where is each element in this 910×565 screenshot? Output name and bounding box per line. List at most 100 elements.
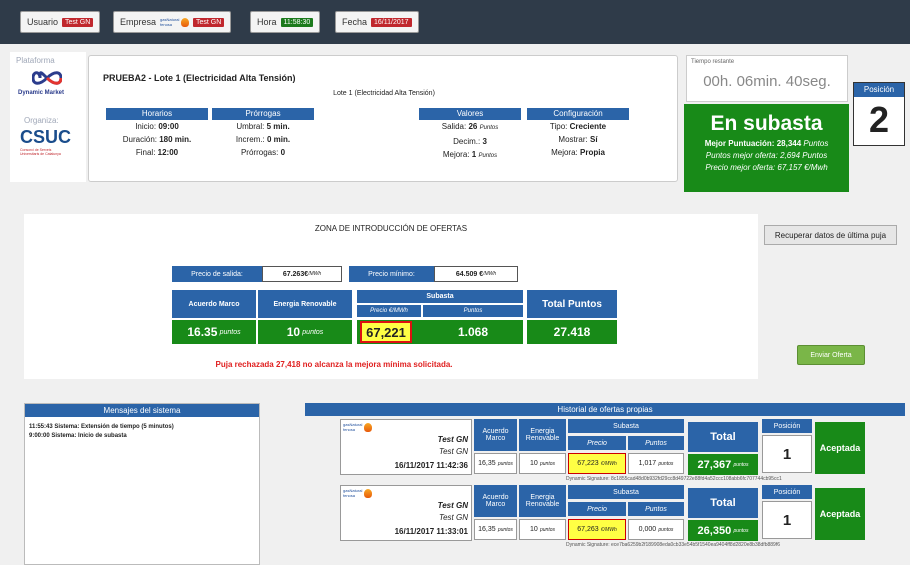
user-label: Usuario bbox=[27, 17, 59, 27]
increm-value: 0 min. bbox=[267, 135, 291, 144]
history-signature: Dynamic Signature: 8c1855cad48d0b932fd29… bbox=[566, 476, 782, 482]
company-value: Test GN bbox=[193, 17, 225, 27]
decim-value: 3 bbox=[482, 137, 487, 146]
valores-header: Valores bbox=[419, 108, 521, 120]
history-precio-header: Precio bbox=[568, 502, 626, 516]
mejora-unit: Puntos bbox=[478, 153, 498, 159]
history-precio-header: Precio bbox=[568, 436, 626, 450]
top-bar: Usuario Test GN Empresa gasNatural fenos… bbox=[0, 0, 910, 44]
history-posicion-value: 1 bbox=[762, 501, 812, 539]
error-message: Puja rechazada 27,418 no alcanza la mejo… bbox=[215, 360, 453, 369]
configuracion-header: Configuración bbox=[527, 108, 629, 120]
history-date: 16/11/2017 11:42:36 bbox=[394, 461, 468, 470]
system-messages-panel: Mensajes del sistema 11:55:43 Sistema: E… bbox=[24, 403, 260, 565]
status-title: En subasta bbox=[710, 112, 823, 135]
user-chip: Usuario Test GN bbox=[20, 11, 101, 33]
salida-label: Salida: bbox=[441, 122, 467, 131]
config-mejora-value: Propia bbox=[580, 148, 605, 157]
precio-minimo-label: Precio mínimo: bbox=[349, 266, 434, 282]
mejora-value: 1 bbox=[471, 150, 477, 159]
dynamic-market-logo-icon bbox=[32, 71, 62, 85]
time-value: 11:58:30 bbox=[280, 17, 314, 27]
organizer-sub: Consorci de Serveis Universitaris de Cat… bbox=[20, 148, 61, 156]
history-company: Test GN bbox=[437, 435, 468, 444]
message-item: 11:55:43 Sistema: Extensión de tiempo (5… bbox=[29, 424, 174, 430]
horarios-header: Horarios bbox=[106, 108, 208, 120]
history-total-value: 26,350 puntos bbox=[688, 520, 758, 541]
energia-value: 10 puntos bbox=[258, 320, 352, 344]
duracion-label: Duración: bbox=[122, 135, 157, 144]
horarios-column: Horarios Inicio: 09:00 Duración: 180 min… bbox=[106, 108, 208, 159]
auction-status-panel: En subasta Mejor Puntuación: 28,344 Punt… bbox=[684, 104, 849, 192]
auction-title: PRUEBA2 - Lote 1 (Electricidad Alta Tens… bbox=[103, 73, 296, 83]
final-label: Final: bbox=[135, 148, 156, 157]
history-energia-header: Energia Renovable bbox=[519, 485, 566, 517]
time-label: Hora bbox=[257, 17, 277, 27]
inicio-label: Inicio: bbox=[135, 122, 157, 131]
history-total-header: Total bbox=[688, 488, 758, 518]
total-value: 27.418 bbox=[527, 320, 617, 344]
history-posicion-value: 1 bbox=[762, 435, 812, 473]
user-value: Test GN bbox=[62, 17, 94, 27]
puntos-value: 1.068 bbox=[457, 325, 489, 339]
salida-unit: Puntos bbox=[479, 125, 499, 131]
history-energia-value: 10 puntos bbox=[519, 519, 566, 540]
history-energia-value: 10 puntos bbox=[519, 453, 566, 474]
acuerdo-header: Acuerdo Marco bbox=[172, 290, 256, 318]
decim-label: Decim.: bbox=[453, 137, 481, 146]
best-price-label: Precio mejor oferta: bbox=[705, 163, 776, 172]
timer-value: 00h. 06min. 40seg. bbox=[703, 73, 831, 90]
valores-column: Valores Salida: 26 Puntos Decim.: 3 Mejo… bbox=[419, 108, 521, 163]
history-total-value: 27,367 puntos bbox=[688, 454, 758, 475]
best-offer-points-label: Puntos mejor oferta: bbox=[705, 151, 778, 160]
mostrar-label: Mostrar: bbox=[558, 135, 588, 144]
inicio-value: 09:00 bbox=[158, 122, 179, 131]
gas-natural-logo: gasNatural fenosa bbox=[343, 422, 372, 432]
subasta-header: Subasta bbox=[357, 290, 523, 303]
history-signature: Dynamic Signature: ece7ba6259b2f189908ed… bbox=[566, 542, 780, 548]
messages-header: Mensajes del sistema bbox=[25, 404, 259, 417]
puntos-col-header: Puntos bbox=[423, 305, 523, 317]
precio-salida-value: 67.263€/MWh bbox=[262, 266, 342, 282]
duracion-value: 180 min. bbox=[159, 135, 192, 144]
offer-zone: ZONA DE INTRODUCCIÓN DE OFERTAS Precio d… bbox=[24, 214, 758, 379]
send-offer-button[interactable]: Enviar Oferta bbox=[797, 345, 865, 365]
precio-minimo-value: 64.509 €/MWh bbox=[434, 266, 518, 282]
history-date: 16/11/2017 11:33:01 bbox=[394, 527, 468, 536]
history-status-badge: Aceptada bbox=[815, 422, 865, 474]
time-chip: Hora 11:58:30 bbox=[250, 11, 321, 33]
umbral-label: Umbral: bbox=[236, 122, 265, 131]
company-chip: Empresa gasNatural fenosa Test GN bbox=[113, 11, 232, 33]
recover-last-bid-button[interactable]: Recuperar datos de última puja bbox=[764, 225, 897, 245]
configuracion-column: Configuración Tipo: Creciente Mostrar: S… bbox=[527, 108, 629, 159]
salida-value: 26 bbox=[468, 122, 478, 131]
history-row: gasNatural fenosa Test GN Test GN 16/11/… bbox=[340, 419, 472, 475]
auction-subtitle: Lote 1 (Electricidad Alta Tensión) bbox=[333, 90, 435, 97]
history-row: gasNatural fenosa Test GN Test GN 16/11/… bbox=[340, 485, 472, 541]
platform-label: Plataforma bbox=[16, 56, 55, 65]
history-subasta-header: Subasta bbox=[568, 485, 684, 499]
position-panel: Posición 2 bbox=[853, 82, 905, 146]
zone-title: ZONA DE INTRODUCCIÓN DE OFERTAS bbox=[314, 224, 468, 233]
organizer-label: Organiza: bbox=[24, 116, 59, 125]
history-company: Test GN bbox=[437, 501, 468, 510]
history-posicion-header: Posición bbox=[762, 419, 812, 433]
date-chip: Fecha 16/11/2017 bbox=[335, 11, 419, 33]
history-acuerdo-value: 16,35 puntos bbox=[474, 519, 517, 540]
history-acuerdo-header: Acuerdo Marco bbox=[474, 485, 517, 517]
precio-input[interactable]: 67,221 bbox=[360, 321, 412, 343]
best-score-unit: Puntos bbox=[803, 139, 829, 148]
tipo-value: Creciente bbox=[569, 122, 607, 131]
energia-header: Energia Renovable bbox=[258, 290, 352, 318]
precio-salida-label: Precio de salida: bbox=[172, 266, 262, 282]
history-acuerdo-value: 16,35 puntos bbox=[474, 453, 517, 474]
history-acuerdo-header: Acuerdo Marco bbox=[474, 419, 517, 451]
history-user: Test GN bbox=[438, 513, 468, 522]
history-subasta-header: Subasta bbox=[568, 419, 684, 433]
umbral-value: 5 min. bbox=[266, 122, 290, 131]
prorrogas-header: Prórrogas bbox=[212, 108, 314, 120]
precio-col-header: Precio €/MWh bbox=[357, 305, 421, 317]
mejora-label: Mejora: bbox=[442, 150, 470, 159]
date-label: Fecha bbox=[342, 17, 368, 27]
total-header: Total Puntos bbox=[527, 290, 617, 318]
